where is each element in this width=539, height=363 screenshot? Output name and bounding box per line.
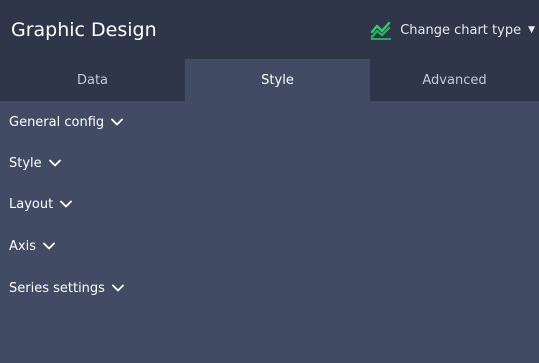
section-axis[interactable]: Axis: [0, 225, 539, 267]
caret-down-icon: ▼: [528, 25, 535, 35]
panel-header: Graphic Design Change chart type ▼: [0, 0, 539, 59]
chart-config-panel: Graphic Design Change chart type ▼ Data …: [0, 0, 539, 363]
change-chart-type-button[interactable]: Change chart type ▼: [370, 14, 535, 46]
tab-style[interactable]: Style: [185, 59, 370, 101]
change-chart-type-label: Change chart type: [400, 22, 522, 38]
chevron-down-icon: [112, 284, 124, 292]
line-chart-icon: [370, 20, 392, 40]
section-series-settings[interactable]: Series settings: [0, 267, 539, 309]
section-label: General config: [9, 114, 105, 130]
tab-data[interactable]: Data: [0, 59, 185, 101]
section-label: Layout: [9, 196, 54, 212]
section-general-config[interactable]: General config: [0, 101, 539, 143]
chevron-down-icon: [48, 159, 61, 167]
chevron-down-icon: [111, 118, 124, 126]
chevron-down-icon: [43, 242, 55, 250]
config-tabs: Data Style Advanced: [0, 59, 539, 101]
section-style[interactable]: Style: [0, 142, 539, 184]
chevron-down-icon: [60, 200, 73, 208]
panel-title: Graphic Design: [11, 19, 157, 41]
section-label: Axis: [9, 238, 36, 254]
section-label: Style: [9, 155, 42, 171]
tab-advanced[interactable]: Advanced: [370, 59, 539, 101]
section-label: Series settings: [9, 280, 105, 296]
section-layout[interactable]: Layout: [0, 183, 539, 225]
